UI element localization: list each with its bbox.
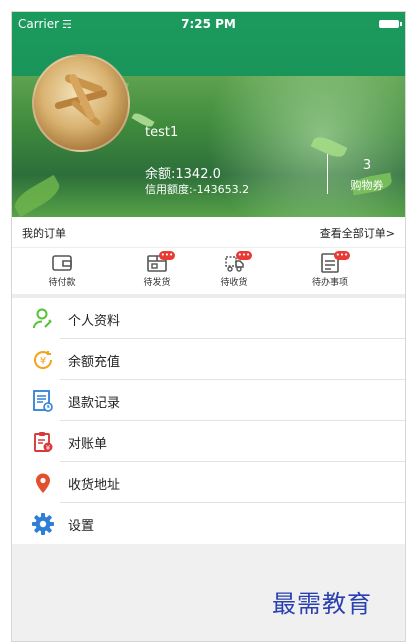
avatar[interactable] — [32, 54, 130, 152]
view-all-orders-link[interactable]: 查看全部订单> — [320, 225, 395, 241]
notification-badge: ••• — [236, 251, 252, 260]
balance-text: 余额:1342.0 — [145, 167, 221, 182]
menu-item-label: 个人资料 — [68, 314, 121, 329]
menu-item-shipping-address[interactable]: 收货地址 — [12, 462, 405, 503]
orders-title: 我的订单 — [22, 227, 66, 240]
order-status-pending-payment[interactable]: 待付款 — [27, 251, 97, 288]
coupon-count[interactable]: 3 — [332, 158, 402, 173]
order-status-label: 待收货 — [220, 278, 248, 288]
notification-badge: ••• — [159, 251, 175, 260]
app-screen: Carrier ☴ 7:25 PM test1 余额:1342.0 信用额度:-1… — [11, 11, 406, 642]
menu-item-profile[interactable]: 个人资料 — [12, 298, 405, 339]
settings-gear-icon — [32, 513, 54, 535]
order-status-label: 待发货 — [143, 278, 171, 288]
statement-icon: ¥ — [34, 432, 53, 452]
orders-header: 我的订单 查看全部订单> — [12, 217, 405, 248]
yen-recharge-icon: ¥ — [34, 351, 53, 369]
svg-text:¥: ¥ — [40, 356, 46, 367]
menu-item-settings[interactable]: 设置 — [12, 503, 405, 544]
credit-limit-text: 信用额度:-143653.2 — [145, 183, 250, 196]
refund-record-icon — [33, 390, 53, 412]
menu-item-label: 退款记录 — [68, 396, 121, 411]
coupon-label[interactable]: 购物券 — [332, 177, 402, 193]
order-status-pending-shipment[interactable]: 待发货 ••• — [122, 251, 192, 288]
menu-item-label: 收货地址 — [68, 478, 121, 493]
menu-item-label: 余额充值 — [68, 355, 121, 370]
banner-divider — [327, 154, 328, 194]
menu-item-statement[interactable]: ¥ 对账单 — [12, 421, 405, 462]
menu-item-recharge[interactable]: ¥ 余额充值 — [12, 339, 405, 380]
order-status-todo[interactable]: 待办事项 ••• — [295, 251, 365, 288]
notification-badge: ••• — [334, 251, 350, 260]
settings-menu: 个人资料 ¥ 余额充值 退款记录 ¥ 对账单 收货地址 设置 — [12, 298, 405, 544]
menu-item-label: 设置 — [68, 519, 95, 534]
username: test1 — [145, 125, 179, 140]
wallet-icon — [52, 255, 72, 271]
status-time: 7:25 PM — [181, 17, 236, 31]
order-status-row: 待付款 待发货 ••• 待收货 ••• 待办事项 ••• — [12, 248, 405, 294]
location-pin-icon — [36, 473, 50, 493]
svg-text:¥: ¥ — [46, 444, 51, 452]
menu-item-label: 对账单 — [68, 437, 108, 452]
order-status-pending-receipt[interactable]: 待收货 ••• — [199, 251, 269, 288]
order-status-label: 待办事项 — [311, 278, 348, 288]
order-status-label: 待付款 — [48, 278, 76, 288]
menu-item-refund-record[interactable]: 退款记录 — [12, 380, 405, 421]
watermark-text: 最需教育 — [272, 590, 372, 618]
user-profile-icon — [33, 308, 52, 329]
battery-icon — [379, 20, 402, 28]
